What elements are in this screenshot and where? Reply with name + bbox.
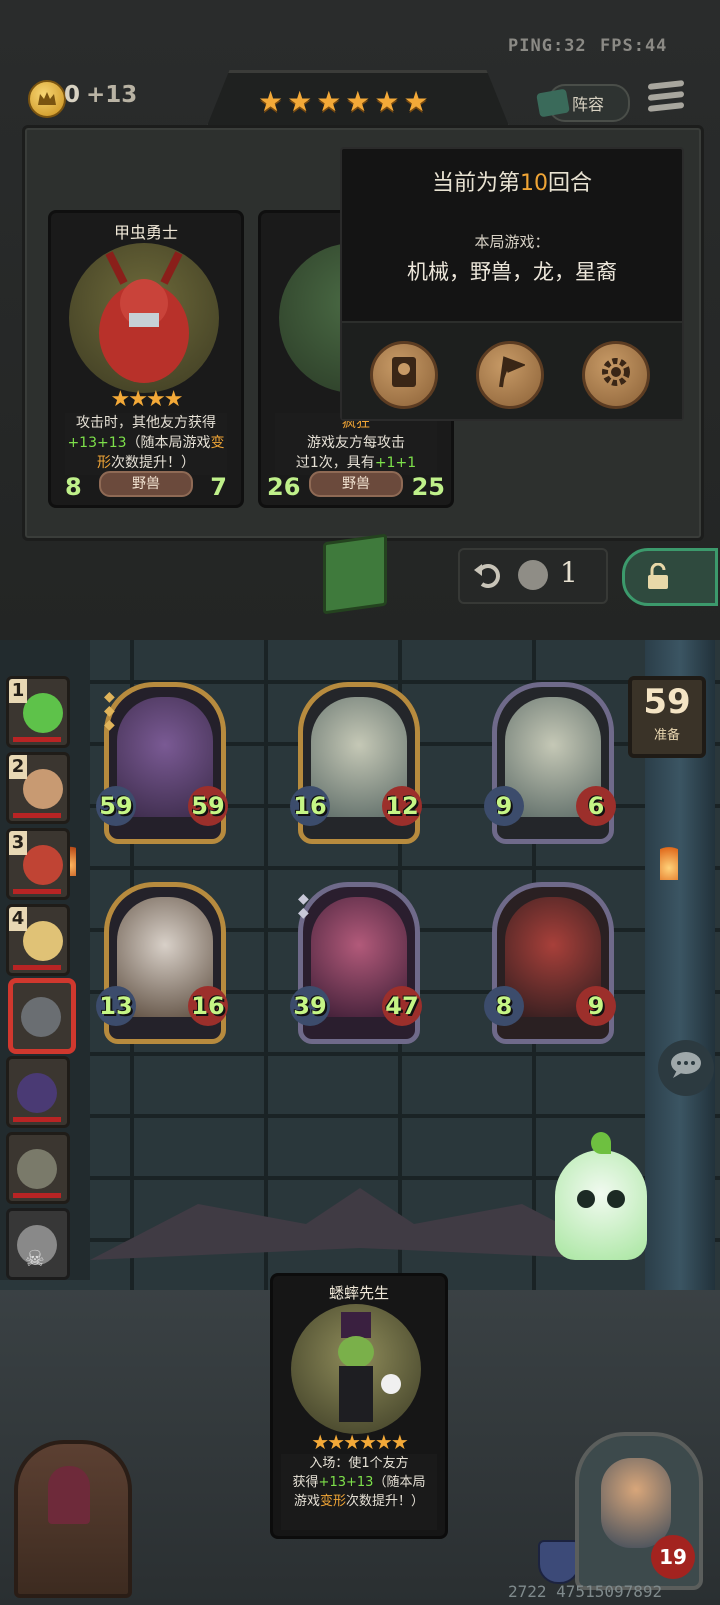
hero-health-bar xyxy=(13,1193,61,1198)
card-description: 攻击时，其他友方获得 +13+13（随本局游戏变形次数提升！） xyxy=(65,413,227,475)
minion-health: 9 xyxy=(576,986,616,1026)
leaderboard-hero[interactable]: 3 xyxy=(6,828,70,900)
minion-health: 59 xyxy=(188,786,228,826)
minion-health: 16 xyxy=(188,986,228,1026)
torch-flame-icon xyxy=(660,840,678,880)
hero-portrait xyxy=(23,693,63,733)
gear-icon xyxy=(599,355,633,396)
card-attack: 8 xyxy=(65,473,82,501)
card-tribe: 野兽 xyxy=(309,471,403,497)
hero-rank: 1 xyxy=(9,679,27,703)
leaderboard-hero[interactable] xyxy=(6,1056,70,1128)
minion-attack: 16 xyxy=(290,786,330,826)
hero-rank: 3 xyxy=(9,831,27,855)
hero-health-bar xyxy=(13,737,61,742)
hero-rank: 2 xyxy=(9,755,27,779)
tavern-tier-plate: ★★★★★★ xyxy=(205,70,511,131)
hero-health-bar xyxy=(13,889,61,894)
card-stars: ★★★★ xyxy=(110,387,184,412)
chat-button[interactable] xyxy=(658,1040,714,1096)
menu-icon[interactable] xyxy=(648,80,684,118)
card-health: 25 xyxy=(411,473,445,501)
minion-health: 47 xyxy=(382,986,422,1026)
leaderboard-hero[interactable]: 1 xyxy=(6,676,70,748)
beetle-warrior-portrait xyxy=(69,243,219,393)
card-description: 疯狂 游戏友方每攻击 过1次，具有+1+1 xyxy=(275,413,437,475)
ping-readout: PING:32 xyxy=(508,36,587,56)
leaderboard-hero-current-opponent[interactable] xyxy=(10,980,74,1052)
surrender-flag-button[interactable] xyxy=(476,341,544,409)
buff-diamond-icon: ◆ ◆ xyxy=(298,891,309,921)
hero-portrait xyxy=(23,921,63,961)
leaderboard-hero[interactable]: 4 xyxy=(6,904,70,976)
turn-timer: 59 准备 xyxy=(628,676,706,758)
hero-portrait xyxy=(17,1073,57,1113)
undo-arrow-icon xyxy=(472,560,502,590)
hero-portrait xyxy=(23,845,63,885)
hero-health-bar xyxy=(13,1117,61,1122)
leaderboard-hero[interactable]: 2 xyxy=(6,752,70,824)
player-id: 2722 47515097892 xyxy=(508,1582,663,1601)
book-icon xyxy=(389,355,419,396)
tavern-stars: ★★★★★★ xyxy=(258,85,433,118)
hero-portrait xyxy=(21,997,61,1037)
tribes-list: 机械，野兽，龙，星裔 xyxy=(407,260,617,284)
spellbook-icon[interactable] xyxy=(323,533,387,615)
hero-health-bar xyxy=(13,965,61,970)
freeze-lock-button[interactable] xyxy=(622,548,718,606)
hero-rank: 4 xyxy=(9,907,27,931)
timer-value: 59 xyxy=(643,682,691,722)
coin-cost-icon xyxy=(518,560,548,590)
card-attack: 26 xyxy=(267,473,301,501)
lineup-book-icon xyxy=(536,88,570,118)
lineup-label: 阵容 xyxy=(572,95,605,114)
skull-icon: ☠ xyxy=(25,1247,45,1272)
chat-bubble-icon xyxy=(669,1050,703,1087)
card-name: 蟋蟀先生 xyxy=(328,1284,389,1302)
minion-health: 12 xyxy=(382,786,422,826)
shop-card[interactable]: 甲虫勇士 ★★★★ 攻击时，其他友方获得 +13+13（随本局游戏变形次数提升！… xyxy=(48,210,244,508)
hero-power-throne[interactable] xyxy=(14,1440,132,1598)
sprout-ghost-companion[interactable] xyxy=(555,1132,647,1260)
hand-card[interactable]: 蟋蟀先生 ★★★★★★ 入场：使1个友方 获得+13+13（随本局 游戏变形次数… xyxy=(270,1273,448,1539)
refresh-button[interactable]: 1 xyxy=(458,548,608,604)
minion-health: 6 xyxy=(576,786,616,826)
hero-portrait xyxy=(23,769,63,809)
popup-actions xyxy=(342,321,682,419)
round-info-popup: 当前为第10回合 本局游戏： 机械，野兽，龙，星裔 xyxy=(340,147,684,421)
lock-icon xyxy=(645,562,671,595)
timer-label: 准备 xyxy=(653,728,680,743)
gold-coin-icon xyxy=(28,80,66,118)
buff-diamond-icon: ◆ ◆ ◆ xyxy=(104,689,115,733)
card-description: 入场：使1个友方 获得+13+13（随本局 游戏变形次数提升！） xyxy=(281,1454,437,1530)
gold-income: +13 xyxy=(86,82,138,108)
armor-shield-icon xyxy=(538,1540,580,1584)
cricket-portrait xyxy=(291,1304,421,1434)
card-name: 甲虫勇士 xyxy=(113,223,178,242)
refresh-cost: 1 xyxy=(560,556,578,589)
settings-button[interactable] xyxy=(582,341,650,409)
card-health: 7 xyxy=(210,473,227,501)
minion-attack: 59 xyxy=(96,786,136,826)
round-title: 当前为第10回合 xyxy=(431,171,593,196)
leaderboard-hero[interactable] xyxy=(6,1132,70,1204)
card-stars: ★★★★★★ xyxy=(311,1430,409,1454)
fps-readout: FPS:44 xyxy=(600,36,668,56)
minion-attack: 9 xyxy=(484,786,524,826)
player-health: 19 xyxy=(651,1535,695,1579)
minion-attack: 8 xyxy=(484,986,524,1026)
hero-portrait xyxy=(17,1149,57,1189)
minion-attack: 39 xyxy=(290,986,330,1026)
flag-icon xyxy=(495,355,527,396)
leaderboard-hero-eliminated[interactable]: ☠ xyxy=(6,1208,70,1280)
minion-attack: 13 xyxy=(96,986,136,1026)
card-tribe: 野兽 xyxy=(99,471,193,497)
codex-button[interactable] xyxy=(370,341,438,409)
gold-value: 0 xyxy=(64,82,81,108)
lineup-button[interactable]: 阵容 xyxy=(536,84,630,122)
tribes-label: 本局游戏： xyxy=(474,233,550,251)
hero-health-bar xyxy=(13,813,61,818)
